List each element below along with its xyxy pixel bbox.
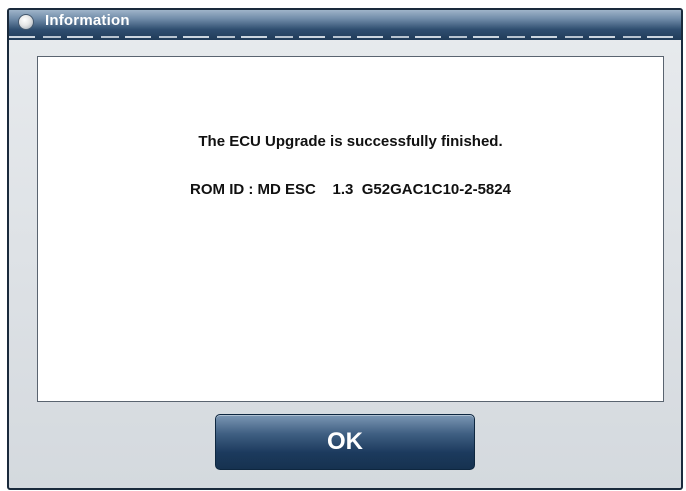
message-panel: The ECU Upgrade is successfully finished… bbox=[37, 56, 664, 402]
success-message: The ECU Upgrade is successfully finished… bbox=[198, 133, 503, 150]
dialog-title: Information bbox=[45, 12, 130, 29]
rom-id-text: ROM ID : MD ESC 1.3 G52GAC1C10-2-5824 bbox=[190, 181, 511, 198]
title-divider bbox=[9, 36, 681, 38]
ok-button[interactable]: OK bbox=[215, 414, 475, 470]
title-bar[interactable]: Information bbox=[9, 10, 681, 40]
info-circle-icon bbox=[18, 14, 34, 30]
information-dialog: Information The ECU Upgrade is successfu… bbox=[7, 8, 683, 490]
